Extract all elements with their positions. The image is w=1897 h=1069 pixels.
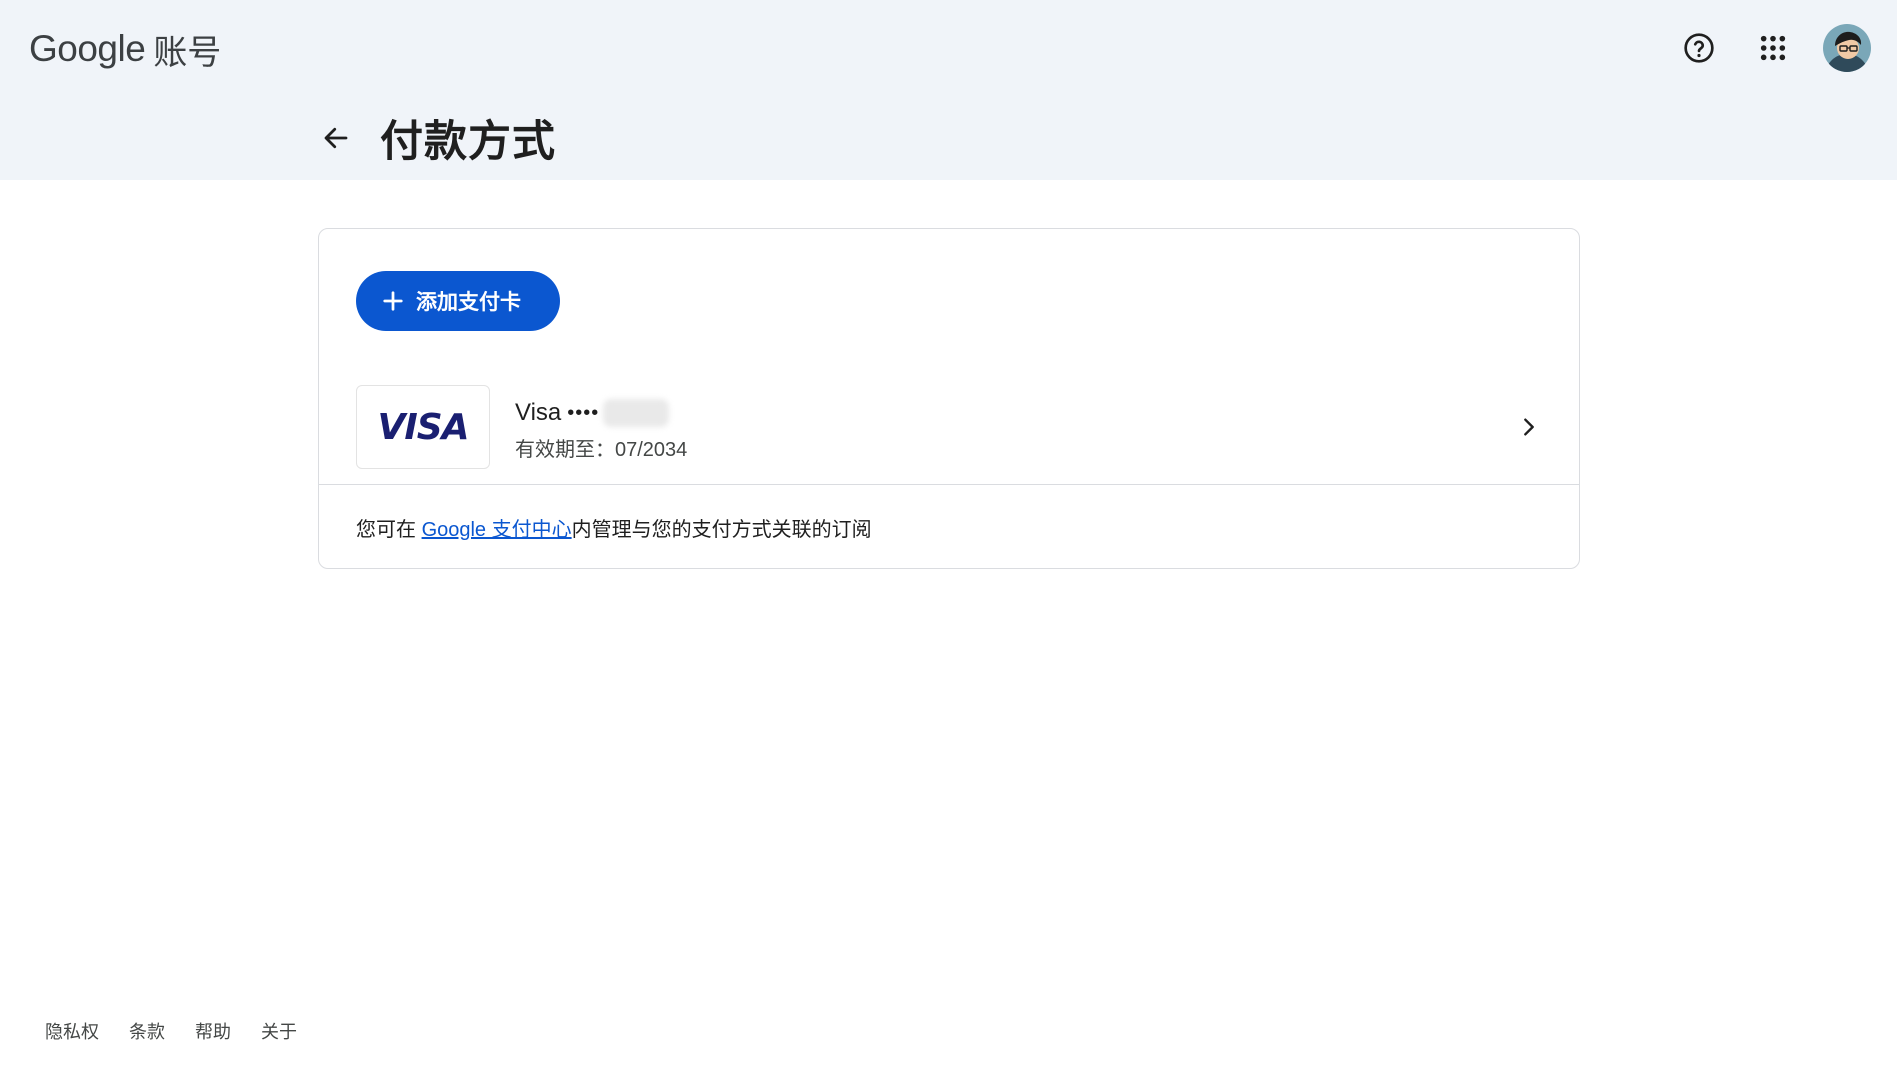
payments-center-link[interactable]: Google 支付中心 bbox=[422, 519, 572, 541]
visa-logo: VISA bbox=[356, 385, 490, 469]
footer-link-terms[interactable]: 条款 bbox=[129, 1018, 165, 1044]
google-account-logo[interactable]: Google 账号 bbox=[29, 26, 221, 72]
redacted-card-digits bbox=[603, 399, 670, 427]
apps-grid-icon bbox=[1760, 35, 1786, 61]
help-button[interactable] bbox=[1675, 24, 1723, 72]
logo-product-text: 账号 bbox=[153, 33, 222, 72]
visa-brand-text: VISA bbox=[377, 406, 469, 448]
card-name-line: Visa •••• bbox=[515, 397, 687, 429]
back-button[interactable] bbox=[312, 114, 360, 162]
note-prefix: 您可在 bbox=[356, 519, 422, 541]
payment-method-info: Visa •••• 有效期至：07/2034 bbox=[515, 397, 687, 462]
card-masked-number: •••• bbox=[567, 401, 600, 424]
top-bar bbox=[0, 0, 1897, 180]
account-avatar[interactable] bbox=[1823, 24, 1871, 72]
add-card-button[interactable]: 添加支付卡 bbox=[356, 271, 560, 331]
logo-google-text: Google bbox=[29, 28, 146, 69]
add-card-label: 添加支付卡 bbox=[416, 291, 521, 314]
payment-method-row[interactable]: VISA Visa •••• 有效期至：07/2034 bbox=[319, 377, 1579, 485]
payment-methods-card: 添加支付卡 VISA Visa •••• 有效期至：07/2034 您可在 Go… bbox=[318, 228, 1580, 569]
arrow-back-icon bbox=[324, 127, 348, 149]
chevron-right-icon bbox=[1515, 413, 1543, 441]
subscriptions-note: 您可在 Google 支付中心内管理与您的支付方式关联的订阅 bbox=[356, 513, 872, 542]
card-expiry: 有效期至：07/2034 bbox=[515, 439, 688, 461]
footer: 隐私权 条款 帮助 关于 bbox=[45, 1018, 297, 1044]
page-header: 付款方式 bbox=[316, 108, 556, 168]
plus-icon bbox=[383, 291, 403, 311]
page-title: 付款方式 bbox=[380, 118, 556, 166]
footer-link-privacy[interactable]: 隐私权 bbox=[45, 1018, 99, 1044]
card-name: Visa bbox=[515, 399, 562, 426]
note-suffix: 内管理与您的支付方式关联的订阅 bbox=[571, 519, 872, 541]
footer-link-about[interactable]: 关于 bbox=[261, 1018, 297, 1044]
apps-button[interactable] bbox=[1749, 24, 1797, 72]
header-actions bbox=[1675, 22, 1871, 74]
help-circle-icon bbox=[1684, 33, 1714, 63]
avatar-image bbox=[1823, 24, 1871, 72]
footer-link-help[interactable]: 帮助 bbox=[195, 1018, 231, 1044]
